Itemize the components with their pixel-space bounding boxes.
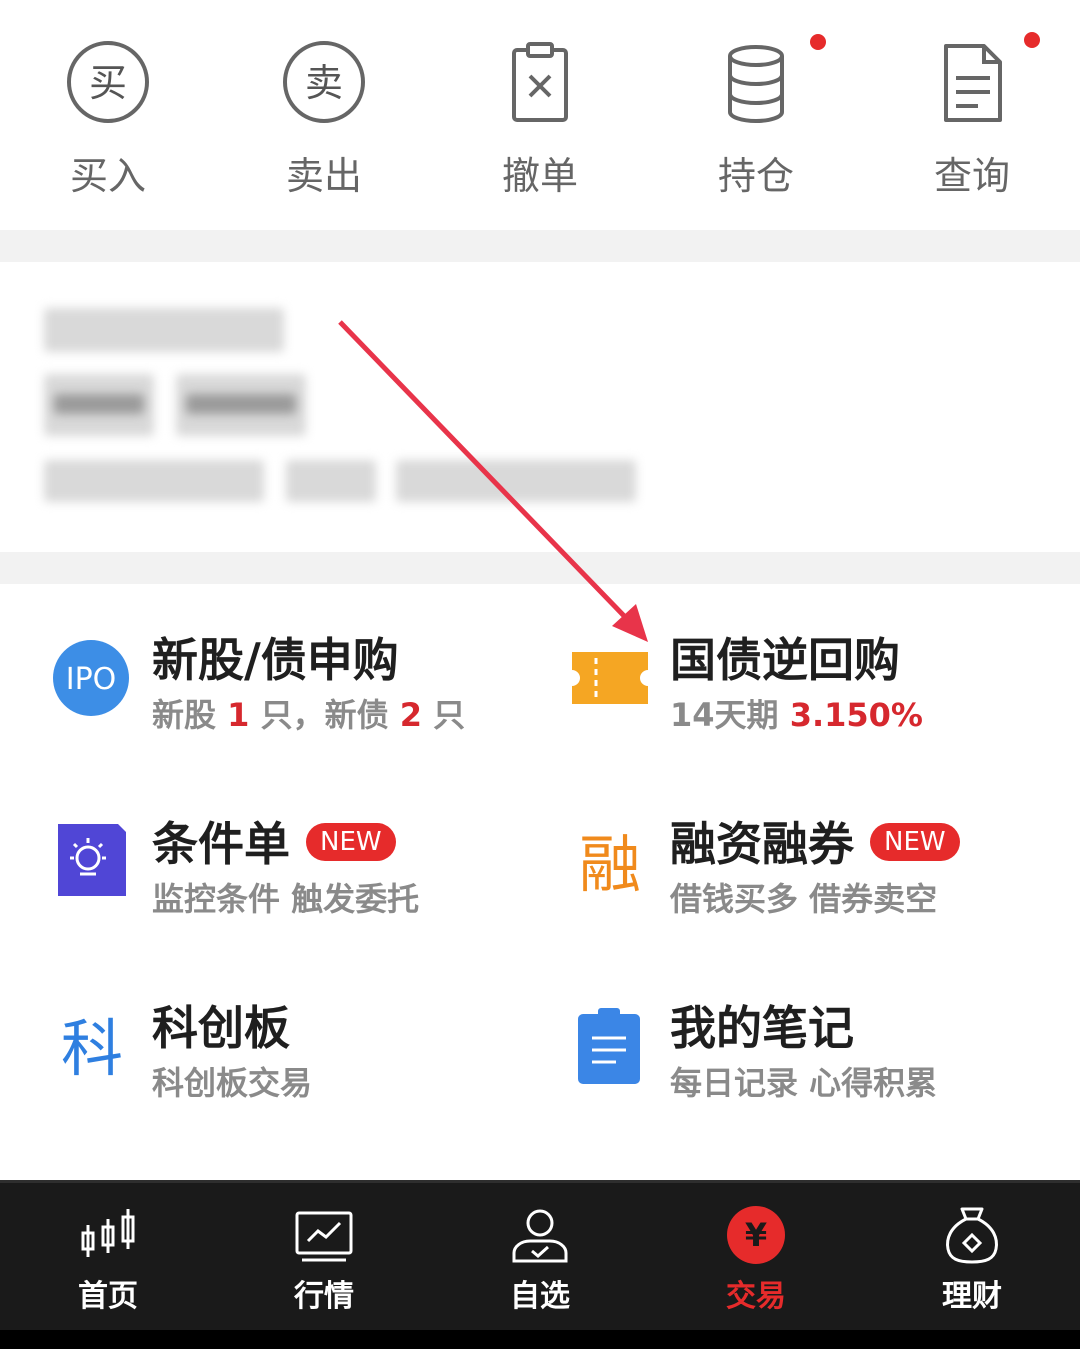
account-detail-blurred bbox=[44, 460, 264, 502]
svg-text:¥: ¥ bbox=[745, 1216, 767, 1254]
ipo-subtitle: 新股 1 只，新债 2 只 bbox=[152, 696, 466, 734]
svg-text:融: 融 bbox=[579, 828, 641, 901]
cancel-order-button[interactable]: 撤单 bbox=[432, 30, 648, 210]
new-badge: NEW bbox=[870, 822, 960, 861]
quick-actions-bar: 买 买入 卖 卖出 撤单 持仓 查询 bbox=[0, 0, 1080, 230]
account-field-blurred-inner bbox=[186, 394, 296, 414]
account-detail-blurred bbox=[286, 460, 376, 502]
positions-button[interactable]: 持仓 bbox=[648, 30, 864, 210]
nav-trade-label: 交易 bbox=[726, 1279, 786, 1314]
nav-watchlist-label: 自选 bbox=[510, 1279, 570, 1314]
query-notification-dot bbox=[1024, 32, 1040, 48]
svg-text:科: 科 bbox=[61, 1012, 123, 1085]
account-name-blurred bbox=[44, 308, 284, 352]
svg-text:IPO: IPO bbox=[66, 662, 117, 697]
nav-market[interactable]: 行情 bbox=[216, 1183, 432, 1333]
new-stock-count: 1 bbox=[227, 696, 250, 734]
user-check-icon bbox=[512, 1209, 568, 1263]
sell-circle-icon: 卖 bbox=[283, 41, 365, 123]
document-icon bbox=[944, 44, 1002, 122]
condition-order-subtitle: 监控条件 触发委托 bbox=[152, 880, 420, 918]
repo-rate: 3.150% bbox=[789, 696, 923, 734]
money-bag-icon bbox=[946, 1207, 998, 1264]
svg-text:卖: 卖 bbox=[305, 61, 343, 105]
star-market-subtitle: 科创板交易 bbox=[152, 1064, 313, 1102]
nav-home-label: 首页 bbox=[78, 1279, 138, 1314]
ipo-subscription-entry[interactable]: IPO 新股/债申购 新股 1 只，新债 2 只 bbox=[52, 633, 572, 798]
query-button[interactable]: 查询 bbox=[864, 30, 1080, 210]
star-market-entry[interactable]: 科 科创板 科创板交易 bbox=[52, 1001, 572, 1166]
nav-wealth-label: 理财 bbox=[942, 1279, 1002, 1314]
buy-label: 买入 bbox=[69, 154, 146, 198]
reverse-repo-title: 国债逆回购 bbox=[670, 633, 900, 687]
margin-trading-entry[interactable]: 融 融资融券 NEW 借钱买多 借券卖空 bbox=[570, 817, 1080, 982]
notes-icon bbox=[578, 1008, 640, 1084]
nav-home[interactable]: 首页 bbox=[0, 1183, 216, 1333]
section-divider bbox=[0, 230, 1080, 262]
query-label: 查询 bbox=[933, 154, 1010, 198]
cancel-order-label: 撤单 bbox=[501, 154, 578, 198]
margin-trading-subtitle: 借钱买多 借券卖空 bbox=[670, 880, 938, 918]
sell-button[interactable]: 卖 卖出 bbox=[216, 30, 432, 210]
market-chart-icon bbox=[295, 1211, 353, 1262]
buy-button[interactable]: 买 买入 bbox=[0, 30, 216, 210]
condition-order-title: 条件单 NEW bbox=[152, 808, 396, 874]
ipo-icon: IPO bbox=[53, 640, 129, 716]
reverse-repo-entry[interactable]: 国债逆回购 14天期 3.150% bbox=[570, 633, 1080, 798]
ticket-icon bbox=[572, 652, 648, 704]
cancel-order-icon bbox=[512, 42, 568, 122]
my-notes-title: 我的笔记 bbox=[670, 1001, 854, 1055]
yuan-icon: ¥ bbox=[727, 1206, 785, 1264]
nav-trade[interactable]: ¥ 交易 bbox=[648, 1183, 864, 1333]
my-notes-subtitle: 每日记录 心得积累 bbox=[670, 1064, 938, 1102]
reverse-repo-subtitle: 14天期 3.150% bbox=[670, 696, 923, 734]
buy-circle-icon: 买 bbox=[67, 41, 149, 123]
svg-text:买: 买 bbox=[89, 61, 127, 105]
nav-market-label: 行情 bbox=[294, 1279, 354, 1314]
candlestick-icon bbox=[81, 1209, 135, 1257]
new-badge: NEW bbox=[306, 822, 396, 861]
bottom-navigation: 首页 行情 自选 ¥ 交易 理财 bbox=[0, 1180, 1080, 1330]
margin-icon: 融 bbox=[579, 828, 641, 901]
new-bond-count: 2 bbox=[399, 696, 422, 734]
database-icon bbox=[728, 45, 784, 123]
section-divider bbox=[0, 552, 1080, 584]
margin-trading-title: 融资融券 NEW bbox=[670, 808, 960, 874]
condition-order-entry[interactable]: 条件单 NEW 监控条件 触发委托 bbox=[52, 817, 572, 982]
lightbulb-icon bbox=[58, 824, 126, 896]
my-notes-entry[interactable]: 我的笔记 每日记录 心得积累 bbox=[570, 1001, 1080, 1166]
star-market-icon: 科 bbox=[61, 1012, 123, 1085]
nav-wealth[interactable]: 理财 bbox=[864, 1183, 1080, 1333]
nav-watchlist[interactable]: 自选 bbox=[432, 1183, 648, 1333]
positions-notification-dot bbox=[810, 34, 826, 50]
star-market-title: 科创板 bbox=[152, 1001, 290, 1055]
account-info-card[interactable] bbox=[0, 262, 1080, 552]
account-field-blurred-inner bbox=[54, 394, 144, 414]
sell-label: 卖出 bbox=[285, 154, 362, 198]
positions-label: 持仓 bbox=[717, 154, 794, 198]
system-nav-strip bbox=[0, 1330, 1080, 1349]
ipo-title: 新股/债申购 bbox=[152, 633, 399, 687]
account-detail-blurred bbox=[396, 460, 636, 502]
